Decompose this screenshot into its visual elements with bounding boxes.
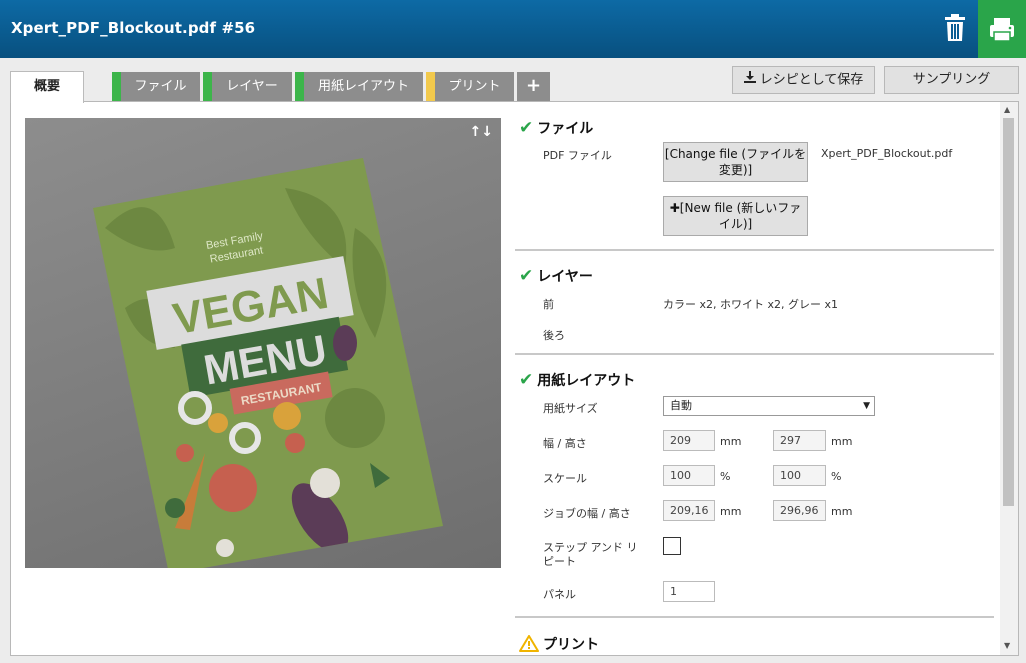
warning-icon bbox=[519, 634, 539, 656]
unit-mm: mm bbox=[831, 505, 853, 518]
check-icon: ✔ bbox=[519, 118, 534, 138]
section-divider bbox=[515, 616, 994, 618]
section-divider bbox=[515, 353, 994, 355]
save-recipe-button[interactable]: レシピとして保存 bbox=[732, 66, 875, 94]
menu-preview-image: Best Family Restaurant VEGAN MENU RESTAU… bbox=[93, 158, 443, 568]
layer-section-title: ✔ レイヤー bbox=[519, 266, 593, 286]
change-file-button[interactable]: [Change file (ファイルを変更)] bbox=[663, 142, 808, 182]
status-stripe bbox=[426, 72, 435, 101]
tab-label: 用紙レイアウト bbox=[317, 79, 409, 94]
scale-y-input[interactable]: 100 bbox=[773, 465, 826, 486]
section-label: 用紙レイアウト bbox=[537, 373, 636, 389]
tab-file[interactable]: ファイル bbox=[112, 72, 200, 101]
caret-down-icon: ▼ bbox=[863, 401, 870, 411]
scroll-down-icon[interactable]: ▼ bbox=[1004, 641, 1010, 650]
step-repeat-label: ピート bbox=[543, 555, 576, 568]
panel-label: パネル bbox=[543, 588, 576, 601]
tab-paper-layout[interactable]: 用紙レイアウト bbox=[295, 72, 423, 101]
add-tab-button[interactable]: + bbox=[517, 72, 550, 101]
overview-panel: Best Family Restaurant VEGAN MENU RESTAU… bbox=[10, 101, 1019, 656]
trash-icon[interactable] bbox=[938, 10, 972, 48]
paper-layout-section-title: ✔ 用紙レイアウト bbox=[519, 370, 635, 390]
job-height-input[interactable]: 296,96 bbox=[773, 500, 826, 521]
unit-percent: % bbox=[720, 470, 731, 483]
unit-mm: mm bbox=[720, 505, 742, 518]
tab-label: 概要 bbox=[33, 79, 60, 94]
settings-pane: ✔ ファイル PDF ファイル [Change file (ファイルを変更)] X… bbox=[515, 102, 995, 656]
plus-icon: + bbox=[525, 75, 542, 96]
pdf-preview: Best Family Restaurant VEGAN MENU RESTAU… bbox=[25, 118, 501, 568]
pdf-file-label: PDF ファイル bbox=[543, 149, 612, 162]
back-label: 後ろ bbox=[543, 329, 565, 342]
scroll-up-icon[interactable]: ▲ bbox=[1004, 105, 1010, 114]
panel-input[interactable]: 1 bbox=[663, 581, 715, 602]
title-bar: Xpert_PDF_Blockout.pdf #56 bbox=[0, 0, 1026, 58]
height-input[interactable]: 297 bbox=[773, 430, 826, 451]
printer-icon bbox=[990, 18, 1014, 42]
file-section-title: ✔ ファイル bbox=[519, 118, 593, 138]
job-width-input[interactable]: 209,16 bbox=[663, 500, 715, 521]
check-icon: ✔ bbox=[519, 370, 534, 390]
tab-label: ファイル bbox=[134, 79, 187, 94]
unit-mm: mm bbox=[831, 435, 853, 448]
unit-percent: % bbox=[831, 470, 842, 483]
tab-layer[interactable]: レイヤー bbox=[203, 72, 292, 101]
tab-label: プリント bbox=[448, 79, 501, 94]
width-input[interactable]: 209 bbox=[663, 430, 715, 451]
paper-size-value: 自動 bbox=[670, 399, 692, 412]
tab-overview[interactable]: 概要 bbox=[10, 71, 84, 103]
file-name: Xpert_PDF_Blockout.pdf bbox=[821, 147, 953, 160]
new-file-button[interactable]: ✚[New file (新しいファイル)] bbox=[663, 196, 808, 236]
front-layers-value: カラー x2, ホワイト x2, グレー x1 bbox=[663, 298, 839, 311]
status-stripe bbox=[295, 72, 304, 101]
print-section-title: プリント bbox=[519, 634, 599, 656]
step-repeat-checkbox[interactable] bbox=[663, 537, 681, 555]
paper-size-label: 用紙サイズ bbox=[543, 402, 598, 415]
print-button[interactable] bbox=[978, 0, 1026, 58]
page-nav-arrows-icon[interactable]: ↑↓ bbox=[470, 124, 493, 140]
section-label: ファイル bbox=[537, 121, 594, 137]
job-width-height-label: ジョブの幅 / 高さ bbox=[543, 507, 631, 520]
sampling-button[interactable]: サンプリング bbox=[884, 66, 1019, 94]
sampling-label: サンプリング bbox=[912, 72, 991, 87]
tab-label: レイヤー bbox=[226, 79, 278, 94]
scrollbar-thumb[interactable] bbox=[1003, 118, 1014, 506]
front-label: 前 bbox=[543, 298, 554, 311]
section-label: プリント bbox=[543, 637, 599, 653]
status-stripe bbox=[203, 72, 212, 101]
download-icon bbox=[743, 67, 756, 93]
section-label: レイヤー bbox=[537, 269, 593, 285]
scrollbar[interactable]: ▲ ▼ bbox=[1000, 102, 1018, 655]
tab-print[interactable]: プリント bbox=[426, 72, 514, 101]
section-divider bbox=[515, 249, 994, 251]
save-recipe-label: レシピとして保存 bbox=[759, 72, 864, 88]
scale-label: スケール bbox=[543, 472, 587, 485]
unit-mm: mm bbox=[720, 435, 742, 448]
scale-x-input[interactable]: 100 bbox=[663, 465, 715, 486]
paper-size-select[interactable]: 自動 ▼ bbox=[663, 396, 875, 416]
status-stripe bbox=[112, 72, 121, 101]
window-title: Xpert_PDF_Blockout.pdf #56 bbox=[11, 19, 256, 37]
width-height-label: 幅 / 高さ bbox=[543, 437, 587, 450]
check-icon: ✔ bbox=[519, 266, 534, 286]
